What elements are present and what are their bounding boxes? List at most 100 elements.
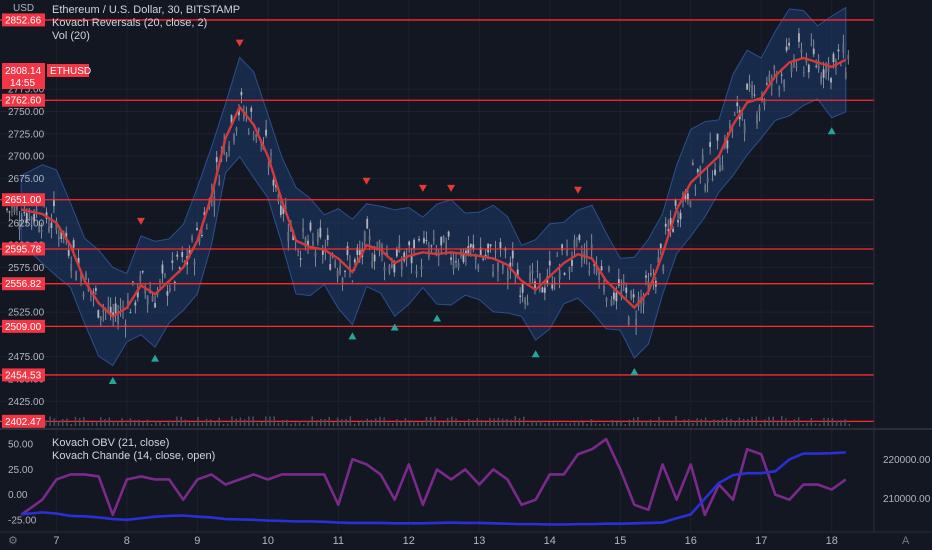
auto-scale-button[interactable]: A (902, 535, 909, 547)
volume-bar (171, 422, 174, 426)
candle-body (440, 236, 443, 246)
volume-bar (70, 423, 72, 426)
candle-body (455, 261, 457, 263)
volume-bar (489, 418, 491, 426)
indicator-chande-label[interactable]: Kovach Chande (14, close, open) (52, 450, 215, 463)
volume-bar (501, 418, 504, 426)
candle-body (418, 239, 420, 241)
obv-tick-label: 210000.00 (883, 494, 931, 505)
volume-bar (785, 418, 787, 426)
time-axis[interactable]: 7 8 9 10 11 12 13 14 15 16 17 18 (53, 535, 838, 547)
volume-bar (104, 419, 106, 426)
indicator-obv-label[interactable]: Kovach OBV (21, close) (52, 437, 215, 450)
indicator-reversals-label[interactable]: Kovach Reversals (20, close, 2) (52, 17, 240, 30)
volume-bar (797, 417, 800, 426)
candle-body (627, 317, 630, 326)
volume-bar (725, 417, 728, 426)
indicator-volume-label[interactable]: Vol (20) (52, 30, 240, 43)
price-tick-label: 2675.00 (8, 174, 45, 185)
volume-bar (438, 422, 440, 426)
candle-body (213, 196, 216, 207)
volume-bar (429, 416, 432, 426)
volume-bar (341, 419, 343, 426)
level-tag-label: 2556.82 (5, 279, 42, 290)
volume-bar (231, 416, 233, 426)
candle-body (316, 232, 319, 243)
level-tag-label: 2454.53 (5, 370, 42, 381)
candle-body (413, 239, 415, 249)
candle-body (788, 42, 790, 46)
symbol-title[interactable]: Ethereum / U.S. Dollar, 30, BITSTAMP (52, 4, 240, 17)
volume-bar (692, 422, 694, 426)
candle-body (176, 254, 179, 257)
candle-body (502, 264, 504, 270)
volume-bar (290, 423, 292, 426)
volume-bar (404, 418, 407, 426)
lower-tick-label: 25.00 (8, 465, 33, 476)
candle-body (191, 236, 193, 240)
candle-body (430, 245, 433, 247)
candle-body (450, 257, 452, 260)
candle-body (576, 237, 578, 239)
volume-bar (188, 422, 191, 426)
time-tick-label: 18 (826, 535, 838, 547)
candle-body (319, 227, 322, 238)
price-chart[interactable]: 2775.002750.002725.002700.002675.002625.… (0, 0, 932, 550)
candle-body (778, 86, 781, 90)
volume-bar (328, 416, 330, 426)
volume-bar (83, 417, 85, 426)
candle-body (847, 54, 850, 60)
candle-body (548, 260, 551, 266)
candle-body (201, 235, 203, 237)
volume-bar (709, 421, 711, 426)
candle-body (543, 287, 546, 293)
volume-bar (594, 423, 597, 426)
candle-body (366, 218, 369, 229)
candle-body (830, 78, 832, 83)
volume-bar (590, 419, 593, 426)
candle-body (756, 114, 758, 124)
volume-bar (738, 417, 741, 426)
candle-body (447, 231, 450, 237)
price-tick-label: 2750.00 (8, 107, 45, 118)
volume-bar (717, 419, 720, 426)
candle-body (72, 240, 75, 248)
volume-bar (768, 416, 770, 426)
volume-bar (315, 420, 318, 426)
lower-tick-label: -25.00 (8, 515, 37, 526)
volume-bar (747, 418, 749, 426)
candle-body (129, 312, 132, 314)
candle-body (662, 265, 665, 272)
volume-bar (100, 417, 102, 426)
candle-body (551, 283, 554, 289)
candle-body (780, 74, 783, 76)
candle-body (131, 281, 134, 283)
candle-body (23, 212, 26, 214)
candle-body (704, 184, 707, 191)
candle-body (506, 270, 509, 281)
candle-body (768, 74, 771, 82)
volume-bar (150, 423, 153, 426)
candle-body (67, 250, 70, 256)
volume-bar (49, 416, 51, 426)
candle-body (753, 94, 756, 96)
candle-body (245, 111, 248, 113)
settings-gear-icon[interactable]: ⚙ (8, 534, 18, 547)
candle-body (117, 315, 119, 324)
volume-bar (286, 419, 288, 426)
volume-bar (57, 421, 60, 426)
price-tick-label: 2425.00 (8, 397, 45, 408)
candle-body (492, 271, 494, 277)
volume-bar (645, 420, 648, 426)
candle-body (529, 272, 531, 282)
candle-body (395, 249, 398, 257)
candle-body (388, 265, 391, 273)
candle-body (351, 280, 354, 282)
candle-body (235, 127, 238, 132)
candle-body (107, 306, 110, 308)
candle-body (75, 271, 78, 281)
volume-bar (548, 421, 550, 426)
candle-body (563, 272, 566, 275)
volume-bar (319, 418, 322, 426)
current-price-value: 2808.14 (5, 66, 42, 77)
